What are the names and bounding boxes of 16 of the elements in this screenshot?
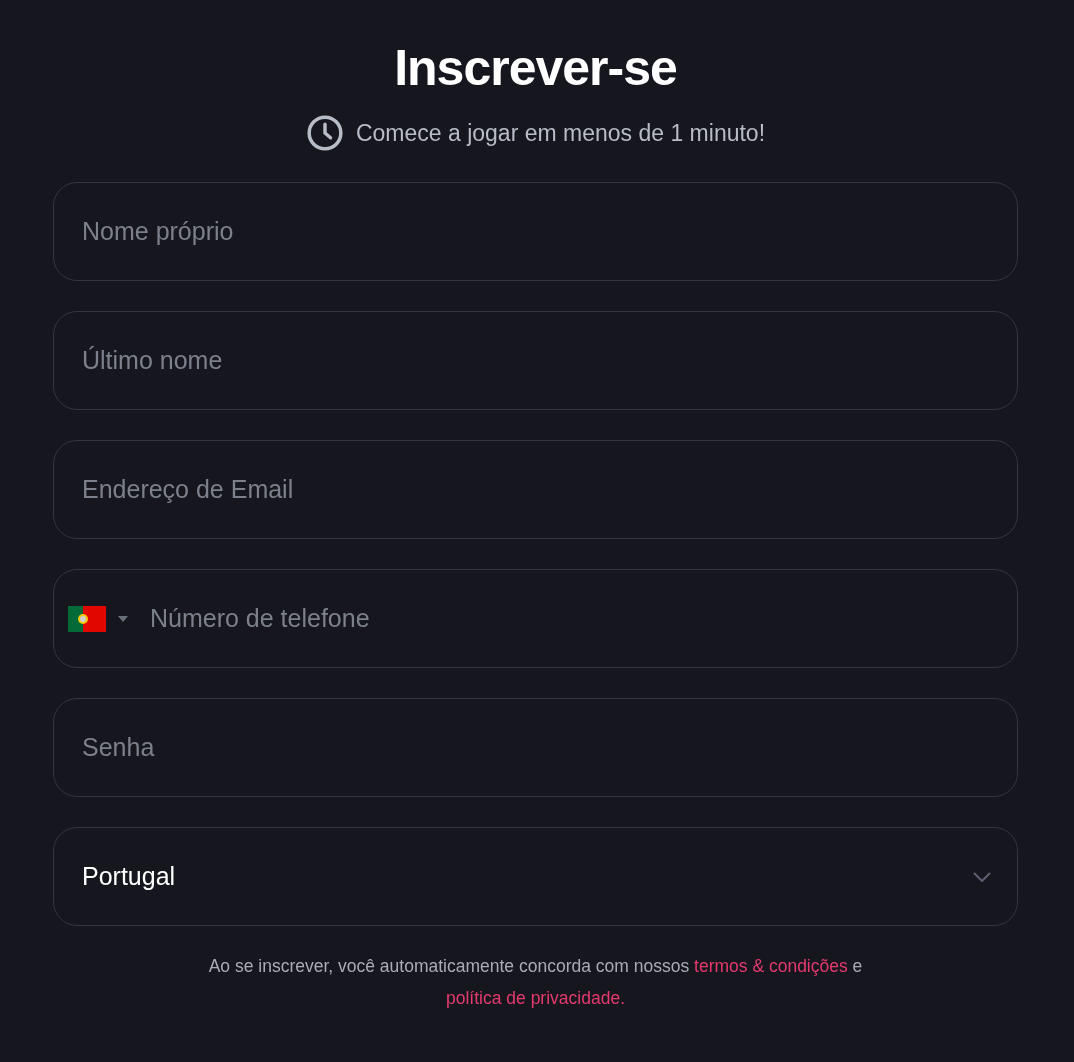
flag-icon[interactable]: [68, 605, 106, 632]
input-field[interactable]: Nome próprio: [53, 182, 1018, 281]
input-field[interactable]: Último nome: [53, 311, 1018, 410]
privacy-link[interactable]: política de privacidade.: [446, 988, 625, 1008]
terms-link[interactable]: termos & condições: [694, 956, 848, 976]
clock-icon: [305, 114, 344, 152]
input-field[interactable]: Endereço de Email: [53, 440, 1018, 539]
phone-field[interactable]: Número de telefone: [53, 569, 1018, 668]
page-title: Inscrever-se: [394, 39, 677, 98]
country-select[interactable]: Portugal: [53, 827, 1018, 926]
password-field[interactable]: Senha: [53, 698, 1018, 797]
subtitle: Comece a jogar em menos de 1 minuto!: [355, 119, 766, 147]
consent-text: Ao se inscrever, você automaticamente concorda com nossos termos & condições e política de privacidade.: [207, 955, 864, 1010]
caret-icon[interactable]: [118, 615, 128, 622]
chevron-down-icon[interactable]: [973, 871, 991, 882]
phone-number-input[interactable]: Número de telefone: [150, 604, 989, 633]
